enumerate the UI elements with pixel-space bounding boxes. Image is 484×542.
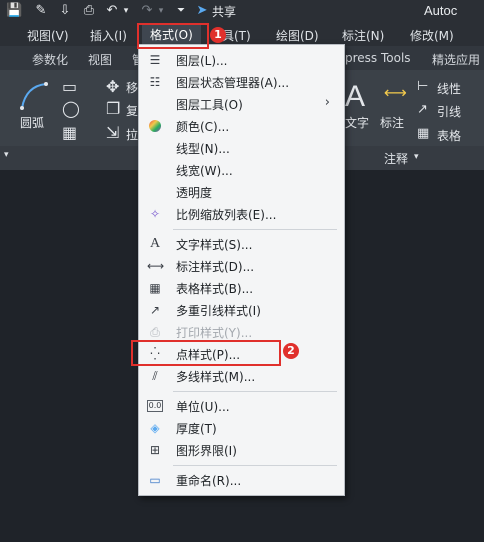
- chevron-down-icon[interactable]: ▾: [153, 3, 169, 19]
- copy-label[interactable]: 复: [126, 102, 138, 119]
- hatch-icon[interactable]: ▦: [62, 124, 77, 142]
- plot-style-icon: ⎙: [150, 325, 160, 339]
- arc-label: 圆弧: [20, 116, 45, 130]
- leader-label[interactable]: 引线: [437, 103, 461, 120]
- table-label[interactable]: 表格: [437, 127, 461, 144]
- menu-item-layer-state-manager[interactable]: ☷ 图层状态管理器(A)...: [139, 71, 344, 93]
- format-dropdown-menu: ☰ 图层(L)... ☷ 图层状态管理器(A)... 图层工具(O) › 颜色(…: [138, 44, 345, 496]
- menu-dimension[interactable]: 标注(N): [342, 27, 384, 44]
- menu-modify[interactable]: 修改(M): [410, 27, 454, 44]
- highlight-format-menu: [137, 23, 209, 49]
- menu-item-table-style[interactable]: ▦ 表格样式(B)...: [139, 277, 344, 299]
- panel-annotation-label[interactable]: 注释: [384, 150, 408, 167]
- chevron-down-icon[interactable]: ▾: [4, 150, 9, 160]
- save-icon[interactable]: 💾: [6, 3, 22, 19]
- quick-access-toolbar: 💾 ✎ ⇩ ⎙ ↶ ▾ ↷ ▾ ⏷ ➤ 共享 Autoc: [0, 0, 484, 24]
- share-button[interactable]: 共享: [212, 3, 236, 20]
- menu-item-linetype[interactable]: 线型(N)...: [139, 137, 344, 159]
- linear-label[interactable]: 线性: [437, 80, 461, 97]
- menu-item-transparency[interactable]: 透明度: [139, 181, 344, 203]
- menu-item-scale-list[interactable]: ✧ 比例缩放列表(E)...: [139, 203, 344, 225]
- units-icon: 0.0: [147, 400, 163, 412]
- dim-style-icon: ⟷: [147, 259, 165, 273]
- mleader-style-icon: ↗: [149, 303, 161, 317]
- dimension-label[interactable]: 标注: [380, 114, 404, 131]
- menu-separator: [173, 465, 337, 466]
- chevron-down-icon[interactable]: ▾: [118, 3, 134, 19]
- menu-view[interactable]: 视图(V): [27, 27, 69, 44]
- tab-parametric[interactable]: 参数化: [32, 51, 68, 68]
- menu-item-mline-style[interactable]: ⫽ 多线样式(M)...: [139, 365, 344, 387]
- tab-featured-apps[interactable]: 精选应用: [432, 51, 480, 68]
- rename-icon: ▭: [149, 473, 161, 487]
- move-label[interactable]: 移: [126, 79, 138, 96]
- linear-dim-icon[interactable]: ⊢: [417, 78, 428, 96]
- menu-item-layer[interactable]: ☰ 图层(L)...: [139, 49, 344, 71]
- limits-icon: ⊞: [149, 443, 161, 457]
- customize-icon[interactable]: ⏷: [173, 3, 189, 19]
- dimension-icon[interactable]: ⟷: [384, 84, 407, 102]
- menu-draw[interactable]: 绘图(D): [276, 27, 319, 44]
- move-icon[interactable]: ✥: [106, 78, 119, 96]
- scale-list-icon: ✧: [149, 207, 161, 221]
- arc-icon[interactable]: [18, 80, 50, 112]
- step-badge-2: 2: [283, 343, 299, 359]
- menu-item-lineweight[interactable]: 线宽(W)...: [139, 159, 344, 181]
- app-title: Autoc: [424, 3, 458, 18]
- ellipse-icon[interactable]: ◯: [62, 100, 80, 118]
- text-large-icon[interactable]: A: [345, 80, 365, 114]
- chevron-down-icon[interactable]: ▾: [414, 152, 419, 162]
- chevron-right-icon: ›: [324, 95, 330, 110]
- menu-separator: [173, 229, 337, 230]
- print-icon[interactable]: ⎙: [81, 3, 97, 19]
- stretch-label[interactable]: 拉: [126, 126, 138, 143]
- save-as-icon[interactable]: ✎: [33, 3, 49, 19]
- mline-style-icon: ⫽: [152, 369, 158, 383]
- tab-express-tools[interactable]: press Tools: [345, 51, 411, 65]
- menu-item-text-style[interactable]: A 文字样式(S)...: [139, 233, 344, 255]
- menu-insert[interactable]: 插入(I): [90, 27, 127, 44]
- menu-tools[interactable]: 具(T): [222, 27, 251, 44]
- menu-item-layer-tools[interactable]: 图层工具(O) ›: [139, 93, 344, 115]
- menu-separator: [173, 391, 337, 392]
- tab-view[interactable]: 视图: [88, 51, 112, 68]
- menu-item-drawing-limits[interactable]: ⊞ 图形界限(I): [139, 439, 344, 461]
- table-icon[interactable]: ▦: [417, 125, 429, 143]
- layer-icon: ☰: [149, 53, 161, 67]
- leader-icon[interactable]: ↗: [417, 101, 428, 119]
- menu-item-units[interactable]: 0.0 单位(U)...: [139, 395, 344, 417]
- menu-item-mleader-style[interactable]: ↗ 多重引线样式(I): [139, 299, 344, 321]
- step-badge-1: 1: [210, 27, 226, 43]
- text-style-icon: A: [149, 236, 161, 251]
- highlight-point-style: [131, 340, 281, 366]
- menu-item-rename[interactable]: ▭ 重命名(R)...: [139, 469, 344, 491]
- thickness-icon: ◈: [150, 421, 160, 435]
- stretch-icon[interactable]: ⇲: [106, 124, 119, 142]
- text-label[interactable]: 文字: [345, 114, 369, 131]
- layer-state-icon: ☷: [149, 75, 161, 89]
- rectangle-icon[interactable]: ▭: [62, 78, 77, 96]
- menu-item-color[interactable]: 颜色(C)...: [139, 115, 344, 137]
- copy-icon[interactable]: ❐: [106, 100, 120, 118]
- share-icon[interactable]: ➤: [194, 3, 210, 19]
- menu-bar: 视图(V) 插入(I) 格式(O) 具(T) 绘图(D) 标注(N) 修改(M): [0, 24, 484, 46]
- menu-item-thickness[interactable]: ◈ 厚度(T): [139, 417, 344, 439]
- menu-item-dim-style[interactable]: ⟷ 标注样式(D)...: [139, 255, 344, 277]
- table-style-icon: ▦: [149, 281, 161, 295]
- export-icon[interactable]: ⇩: [57, 3, 73, 19]
- color-wheel-icon: [147, 118, 163, 134]
